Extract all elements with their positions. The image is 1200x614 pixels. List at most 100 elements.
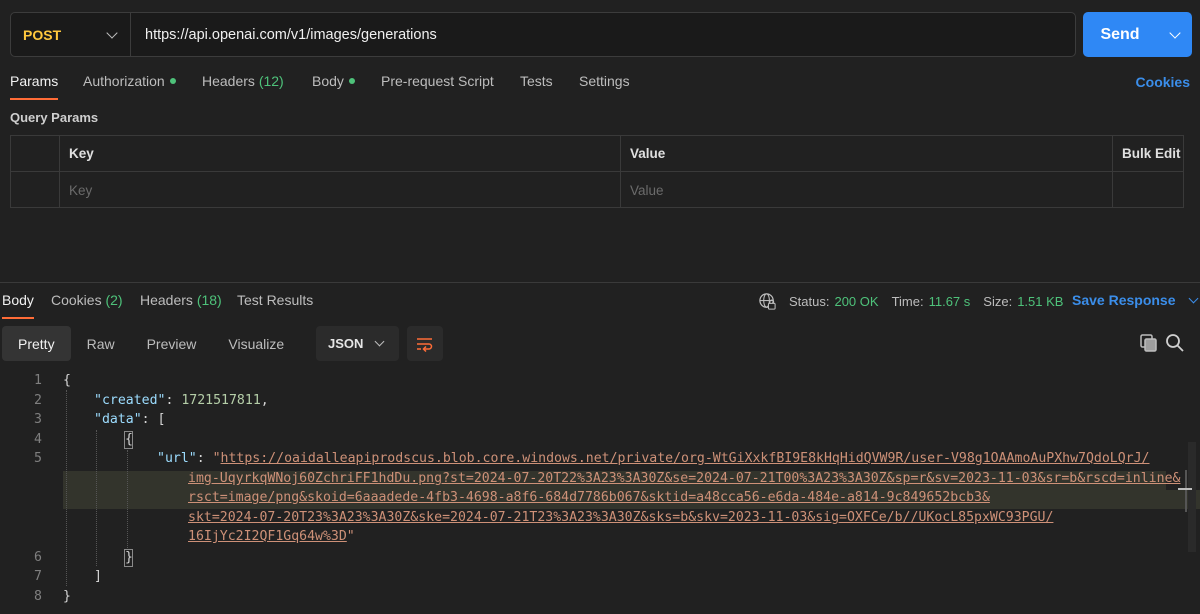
open-bracket: [ [157,412,166,427]
code-line: ] [94,569,102,584]
key-input[interactable]: Key [60,172,621,208]
line-number: 8 [34,589,42,604]
time-label: Time: [891,294,924,309]
tab-body[interactable]: Body [312,73,355,89]
tab-params[interactable]: Params [10,73,59,100]
save-response-button[interactable]: Save Response [1072,292,1198,308]
query-params-table: Key Value Bulk Edit Key Value [10,135,1184,208]
row-actions [1113,172,1185,208]
line-number: 5 [34,451,42,466]
tab-label: Test Results [237,292,314,308]
json-key: "url" [157,451,197,466]
tab-label: Params [10,73,59,89]
pane-divider[interactable] [0,282,1200,283]
quote: " [346,529,355,544]
cookies-link[interactable]: Cookies [1136,74,1190,90]
tab-response-cookies[interactable]: Cookies (2) [51,292,123,308]
scroll-indicator [1185,470,1187,512]
code-line: "data": [ [94,412,165,427]
url-input[interactable]: https://api.openai.com/v1/images/generat… [131,27,437,43]
tab-response-headers[interactable]: Headers (18) [140,292,222,308]
line-number: 1 [34,373,42,388]
table-row: Key Value [11,172,1183,208]
url-link[interactable]: img-UqyrkqWNoj60ZchriFF1hdDu.png?st=2024… [188,471,1180,486]
response-view-tabs: Pretty Raw Preview Visualize [2,326,300,361]
wrap-lines-button[interactable] [407,326,443,361]
tab-authorization[interactable]: Authorization [83,73,176,89]
indent-guide [96,430,97,566]
tab-label: Settings [579,73,630,89]
globe-icon[interactable] [758,292,777,311]
tab-pre-request-script[interactable]: Pre-request Script [381,73,494,89]
tab-raw[interactable]: Raw [71,326,131,361]
save-response-label: Save Response [1072,292,1176,308]
chevron-down-icon [106,26,118,39]
brace-match-box [124,549,133,567]
tab-visualize[interactable]: Visualize [212,326,300,361]
search-icon[interactable] [1165,333,1185,353]
colon: : [165,393,182,408]
headers-count: (18) [196,292,222,308]
status-dot-icon [169,78,176,85]
json-number: 1721517811 [181,393,261,408]
url-link[interactable]: https://oaidalleapiprodscus.blob.core.wi… [221,451,1150,466]
table-header-row: Key Value Bulk Edit [11,136,1183,172]
method-select[interactable]: POST [11,13,131,56]
send-button[interactable]: Send [1083,26,1157,44]
close-bracket: ] [94,569,102,584]
size-info: Size: 1.51 KB [983,294,1063,309]
tab-label: Headers [202,73,255,89]
status-label: Status: [789,294,830,309]
code-line: } [63,589,71,604]
tab-response-body[interactable]: Body [2,292,34,319]
line-number: 6 [34,550,42,565]
send-options-button[interactable] [1157,12,1192,57]
indent-guide [66,390,67,586]
code-line: rsct=image/png&skoid=6aaadede-4fb3-4698-… [188,490,990,505]
url-link[interactable]: 16IjYc2I2QF1Gq64w%3D [188,529,347,544]
code-line: { [63,373,71,388]
json-key: "data" [94,412,142,427]
line-number: 4 [34,432,42,447]
code-line: 16IjYc2I2QF1Gq64w%3D" [188,529,355,544]
row-checkbox[interactable] [11,172,60,208]
colon: : [196,451,213,466]
key-column-header: Key [60,136,621,171]
tab-preview[interactable]: Preview [131,326,213,361]
tab-pretty[interactable]: Pretty [2,326,71,361]
tab-headers[interactable]: Headers (12) [202,73,284,89]
code-line: "url": "https://oaidalleapiprodscus.blob… [157,451,1149,466]
format-select[interactable]: JSON [316,326,399,361]
status-info: Status: 200 OK [789,294,879,309]
chevron-down-icon [374,336,385,347]
line-number: 3 [34,412,42,427]
active-tab-underline [10,98,59,100]
tab-test-results[interactable]: Test Results [237,292,313,308]
open-brace: { [63,373,71,388]
status-value: 200 OK [834,294,879,309]
line-number: 7 [34,569,42,584]
url-link[interactable]: rsct=image/png&skoid=6aaadede-4fb3-4698-… [188,490,990,505]
tab-settings[interactable]: Settings [579,73,630,89]
json-key: "created" [94,393,166,408]
bulk-edit-button[interactable]: Bulk Edit [1113,136,1185,171]
code-line: skt=2024-07-20T23%3A23%3A30Z&ske=2024-07… [188,510,1053,525]
url-link[interactable]: skt=2024-07-20T23%3A23%3A30Z&ske=2024-07… [188,510,1053,525]
quote: " [212,451,221,466]
response-code-editor[interactable]: 1 2 3 4 5 6 7 8 { "created": 1721517811,… [0,370,1200,614]
copy-icon[interactable] [1139,333,1159,353]
scroll-position-marker [1178,488,1192,490]
tab-tests[interactable]: Tests [520,73,553,89]
scrollbar[interactable] [1188,442,1196,552]
status-dot-icon [348,78,355,85]
response-status: Status: 200 OK Time: 11.67 s Size: 1.51 KB [758,292,1076,311]
value-column-header: Value [621,136,1113,171]
time-value: 11.67 s [928,294,971,309]
request-tabs: Params Authorization Headers (12) Body P… [0,73,1200,101]
checkbox-column-header [11,136,60,171]
tab-label: Body [312,73,344,89]
value-input[interactable]: Value [621,172,1113,208]
cookies-count: (2) [105,292,123,308]
chevron-down-icon [1168,26,1181,39]
send-button-group: Send [1083,12,1192,57]
